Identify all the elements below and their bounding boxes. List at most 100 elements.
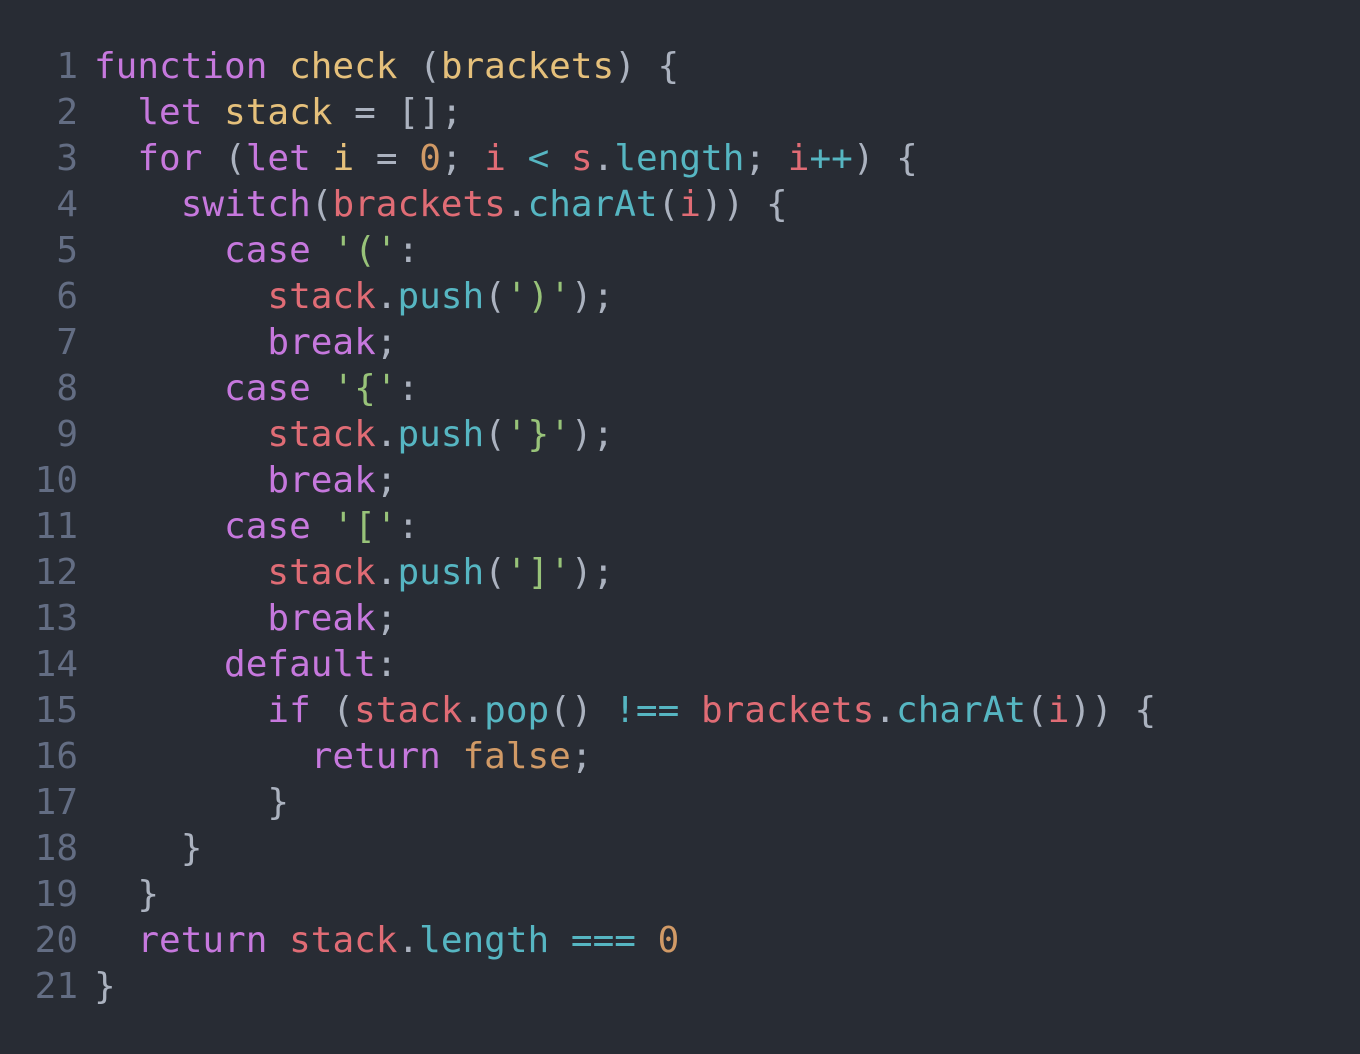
line-number: 20 xyxy=(34,920,78,961)
line-number: 9 xyxy=(56,414,78,455)
code-token: case xyxy=(224,506,311,547)
code-line[interactable]: 3 for (let i = 0; i < s.length; i++) { xyxy=(0,136,1360,182)
code-token: let xyxy=(245,138,311,179)
line-number: 17 xyxy=(34,782,78,823)
code-line[interactable]: 2 let stack = []; xyxy=(0,90,1360,136)
code-token: () xyxy=(549,690,615,731)
code-line[interactable]: 9 stack.push('}'); xyxy=(0,412,1360,458)
line-number: 12 xyxy=(34,552,78,593)
code-token: } xyxy=(94,874,160,915)
code-token: return xyxy=(137,920,268,961)
code-text[interactable]: case '[': xyxy=(80,504,419,550)
code-token: 0 xyxy=(657,920,680,961)
code-token: !== xyxy=(614,690,680,731)
code-token: break xyxy=(267,598,376,639)
code-text[interactable]: if (stack.pop() !== brackets.charAt(i)) … xyxy=(80,688,1156,734)
code-text[interactable]: let stack = []; xyxy=(80,90,462,136)
code-token: = xyxy=(354,138,420,179)
code-token: charAt xyxy=(896,690,1027,731)
code-line[interactable]: 11 case '[': xyxy=(0,504,1360,550)
code-text[interactable]: return stack.length === 0 xyxy=(80,918,679,964)
code-text[interactable]: } xyxy=(80,780,289,826)
code-token: ) { xyxy=(614,46,680,87)
code-token: < xyxy=(527,138,550,179)
code-token: } xyxy=(94,828,203,869)
code-text[interactable]: case '{': xyxy=(80,366,419,412)
code-line[interactable]: 4 switch(brackets.charAt(i)) { xyxy=(0,182,1360,228)
code-text[interactable]: stack.push(')'); xyxy=(80,274,614,320)
code-token: ( xyxy=(484,552,506,593)
code-text[interactable]: } xyxy=(80,964,116,1010)
code-line[interactable]: 16 return false; xyxy=(0,734,1360,780)
code-token: . xyxy=(462,690,485,731)
line-number: 10 xyxy=(34,460,78,501)
code-line[interactable]: 10 break; xyxy=(0,458,1360,504)
code-line[interactable]: 6 stack.push(')'); xyxy=(0,274,1360,320)
code-token: pop xyxy=(484,690,550,731)
code-token: stack xyxy=(354,690,463,731)
line-number: 5 xyxy=(56,230,78,271)
code-text[interactable]: switch(brackets.charAt(i)) { xyxy=(80,182,788,228)
code-token: brackets xyxy=(332,184,506,225)
code-line[interactable]: 19 } xyxy=(0,872,1360,918)
code-token: i xyxy=(787,138,810,179)
code-text[interactable]: stack.push('}'); xyxy=(80,412,614,458)
code-token: : xyxy=(375,644,398,685)
code-token: ( xyxy=(202,138,246,179)
code-line[interactable]: 15 if (stack.pop() !== brackets.charAt(i… xyxy=(0,688,1360,734)
code-text[interactable]: } xyxy=(80,826,203,872)
code-token: function xyxy=(94,46,268,87)
code-text[interactable]: default: xyxy=(80,642,397,688)
code-text[interactable]: for (let i = 0; i < s.length; i++) { xyxy=(80,136,917,182)
code-token: === xyxy=(570,920,636,961)
code-line[interactable]: 7 break; xyxy=(0,320,1360,366)
line-number: 2 xyxy=(56,92,78,133)
code-line[interactable]: 1 function check (brackets) { xyxy=(0,44,1360,90)
code-token: case xyxy=(224,230,311,271)
code-text[interactable]: break; xyxy=(80,320,397,366)
code-text[interactable]: break; xyxy=(80,596,397,642)
code-text[interactable]: function check (brackets) { xyxy=(80,44,679,90)
code-text[interactable]: return false; xyxy=(80,734,593,780)
code-token: false xyxy=(462,736,571,777)
code-line[interactable]: 17 } xyxy=(0,780,1360,826)
code-line[interactable]: 21} xyxy=(0,964,1360,1010)
code-token: . xyxy=(397,920,420,961)
code-editor[interactable]: 1 function check (brackets) {2 let stack … xyxy=(0,44,1360,1010)
code-token: push xyxy=(397,414,485,455)
code-token: s xyxy=(570,138,593,179)
code-token: )) { xyxy=(1069,690,1157,731)
code-token: ( xyxy=(657,184,680,225)
line-number: 16 xyxy=(34,736,78,777)
code-token: ); xyxy=(570,276,615,317)
code-line[interactable]: 14 default: xyxy=(0,642,1360,688)
code-token: brackets xyxy=(700,690,875,731)
code-line[interactable]: 8 case '{': xyxy=(0,366,1360,412)
code-token: i xyxy=(679,184,701,225)
code-text[interactable]: case '(': xyxy=(80,228,419,274)
code-line[interactable]: 20 return stack.length === 0 xyxy=(0,918,1360,964)
code-text[interactable]: stack.push(']'); xyxy=(80,550,614,596)
code-line[interactable]: 18 } xyxy=(0,826,1360,872)
code-line[interactable]: 13 break; xyxy=(0,596,1360,642)
code-line[interactable]: 12 stack.push(']'); xyxy=(0,550,1360,596)
code-token: length xyxy=(614,138,745,179)
code-token: i xyxy=(1047,690,1070,731)
code-token: return xyxy=(310,736,441,777)
code-line[interactable]: 5 case '(': xyxy=(0,228,1360,274)
line-number: 4 xyxy=(56,184,78,225)
code-text[interactable]: } xyxy=(80,872,159,918)
code-text[interactable]: break; xyxy=(80,458,397,504)
